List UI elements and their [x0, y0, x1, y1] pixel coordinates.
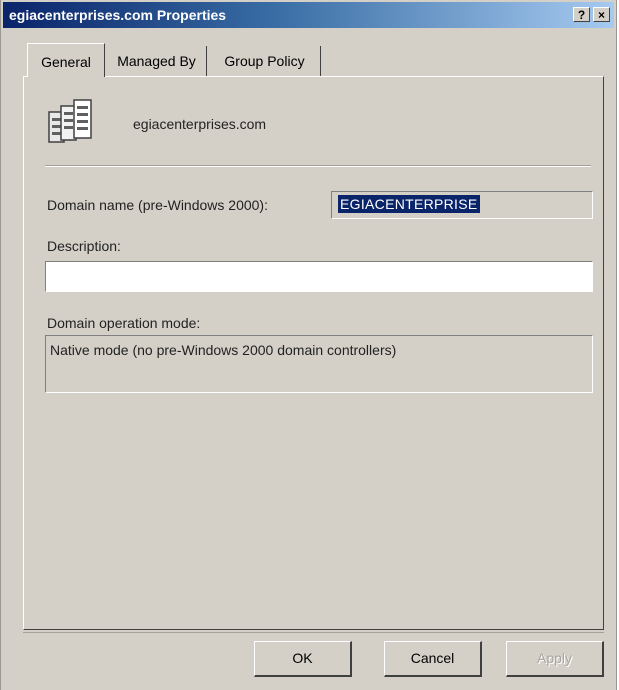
tab-managed-by[interactable]: Managed By	[107, 46, 207, 76]
domain-servers-icon	[48, 99, 92, 143]
domain-mode-value: Native mode (no pre-Windows 2000 domain …	[50, 342, 397, 358]
window-title: egiacenterprises.com Properties	[9, 7, 227, 23]
close-button[interactable]: ×	[593, 7, 610, 22]
apply-button[interactable]: Apply	[506, 641, 604, 677]
separator	[45, 165, 591, 167]
pre-windows-field[interactable]: EGIACENTERPRISE	[331, 191, 593, 219]
title-bar[interactable]: egiacenterprises.com Properties ? ×	[3, 2, 614, 28]
help-button[interactable]: ?	[573, 7, 590, 22]
domain-mode-box: Native mode (no pre-Windows 2000 domain …	[45, 335, 593, 393]
domain-name-text: egiacenterprises.com	[133, 116, 267, 132]
pre-windows-label: Domain name (pre-Windows 2000):	[47, 197, 268, 213]
tab-general[interactable]: General	[27, 43, 105, 77]
footer-divider	[23, 632, 604, 633]
mode-label: Domain operation mode:	[47, 315, 201, 331]
cancel-button[interactable]: Cancel	[384, 641, 482, 677]
ok-button[interactable]: OK	[254, 641, 352, 677]
tab-group-policy[interactable]: Group Policy	[209, 46, 321, 76]
properties-dialog: egiacenterprises.com Properties ? × Gene…	[0, 0, 617, 690]
description-label: Description:	[47, 238, 121, 254]
pre-windows-value[interactable]: EGIACENTERPRISE	[338, 195, 480, 213]
description-input[interactable]	[45, 261, 593, 292]
